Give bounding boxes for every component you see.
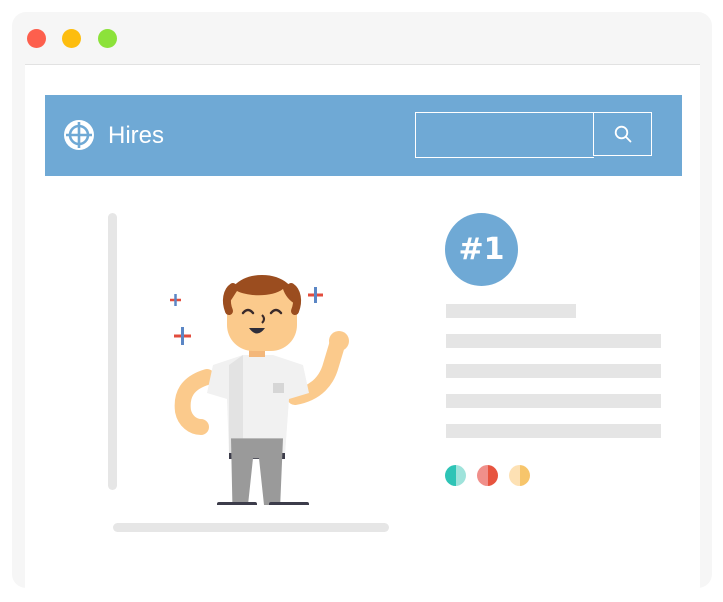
- sparkle-plus-icon: [308, 287, 323, 303]
- vertical-scrollbar[interactable]: [108, 213, 117, 490]
- color-swatch[interactable]: [445, 465, 466, 486]
- swatch-left-half: [509, 465, 520, 486]
- swatch-left-half: [477, 465, 488, 486]
- text-placeholder-line: [446, 364, 661, 378]
- app-header: Hires: [45, 95, 682, 176]
- rank-badge: #1: [445, 213, 518, 286]
- search-icon: [614, 125, 631, 143]
- color-swatch[interactable]: [477, 465, 498, 486]
- page-content: Hires #1: [25, 64, 700, 588]
- color-swatch[interactable]: [509, 465, 530, 486]
- swatch-right-half: [455, 465, 466, 486]
- swatch-left-half: [445, 465, 456, 486]
- browser-window: Hires #1: [12, 12, 712, 588]
- window-titlebar: [12, 12, 712, 64]
- crosshair-target-icon: [64, 120, 94, 150]
- window-close-button[interactable]: [27, 29, 46, 48]
- text-placeholder-line: [446, 334, 661, 348]
- swatch-right-half: [519, 465, 530, 486]
- window-maximize-button[interactable]: [98, 29, 117, 48]
- search-input[interactable]: [415, 112, 594, 158]
- swatch-right-half: [487, 465, 498, 486]
- text-placeholder-line: [446, 394, 661, 408]
- app-title: Hires: [108, 122, 165, 149]
- sparkle-plus-icon: [170, 294, 181, 306]
- text-placeholder-line: [446, 424, 661, 438]
- search-button[interactable]: [593, 112, 652, 156]
- sparkle-plus-icon: [174, 327, 191, 345]
- text-placeholder-line: [446, 304, 576, 318]
- happy-man-flexing-icon: [170, 275, 349, 505]
- window-minimize-button[interactable]: [62, 29, 81, 48]
- horizontal-scrollbar[interactable]: [113, 523, 389, 532]
